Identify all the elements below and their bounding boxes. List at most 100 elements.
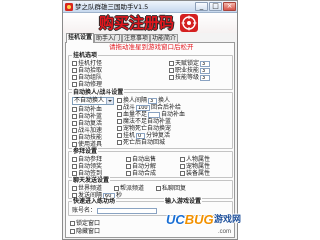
checkbox[interactable] xyxy=(180,157,185,162)
checkbox[interactable] xyxy=(180,171,185,176)
value-input[interactable] xyxy=(200,60,211,67)
worship-option[interactable]: 自动参拜 xyxy=(72,156,102,163)
hook-value-option[interactable]: 技能等级 xyxy=(169,74,211,81)
battle-rule[interactable]: 死亡后自动回城 xyxy=(117,139,165,146)
worship-option[interactable]: 装备属性 xyxy=(180,170,210,177)
worship-option[interactable]: 自动领奖 xyxy=(72,163,102,170)
group-title: 快速进入练功场 xyxy=(72,198,117,205)
checkbox[interactable] xyxy=(72,186,77,191)
option-label: 自动领奖 xyxy=(78,163,103,170)
battle-option[interactable]: 自动技能 xyxy=(72,134,102,141)
worship-option[interactable]: 自动合成 xyxy=(126,170,156,177)
option-label: 宠物属性 xyxy=(186,163,211,170)
register-banner: 购买注册码 xyxy=(63,13,237,33)
battle-rule[interactable]: 战斗 回合后补给 xyxy=(117,104,181,111)
worship-settings-group: 参拜设置 自动参拜 自动领奖 自动签到 自动出售 自动分解 自动合成 人物属性 … xyxy=(68,148,233,178)
hook-value-option[interactable]: 天赋锁定 xyxy=(169,60,211,67)
account-row: 账号名： xyxy=(72,207,158,214)
option-label: 自动拾取 xyxy=(78,67,103,74)
hook-option[interactable]: 挂机打怪 xyxy=(72,60,102,67)
hide-window-option[interactable]: 隐藏窗口 xyxy=(70,228,100,235)
checkbox[interactable] xyxy=(126,164,131,169)
checkbox[interactable] xyxy=(72,135,77,140)
checkbox[interactable] xyxy=(169,75,174,80)
option-label: 自动参拜 xyxy=(78,156,103,163)
battle-option[interactable]: 自动补蓝 xyxy=(72,113,102,120)
value-input[interactable] xyxy=(200,67,211,74)
minimize-button[interactable]: _ xyxy=(195,2,208,11)
checkbox[interactable] xyxy=(114,186,119,191)
checkbox[interactable] xyxy=(72,68,77,73)
rule-label: 战斗 xyxy=(123,104,136,111)
chat-option[interactable]: 帮派频道 xyxy=(114,185,144,192)
worship-option[interactable]: 宠物属性 xyxy=(180,163,210,170)
checkbox[interactable] xyxy=(72,128,77,133)
checkbox[interactable] xyxy=(72,114,77,119)
buy-registration-code-link[interactable]: 购买注册码 xyxy=(99,14,174,32)
checkbox[interactable] xyxy=(126,171,131,176)
checkbox[interactable] xyxy=(72,121,77,126)
checkbox[interactable] xyxy=(72,164,77,169)
value-input[interactable] xyxy=(200,74,211,81)
battle-rule[interactable]: 血量不足 自动补血 xyxy=(117,111,185,118)
battle-rule[interactable]: 换人间隔 换人 xyxy=(117,97,170,104)
battle-option[interactable]: 战斗加速 xyxy=(72,127,102,134)
battle-option[interactable]: 自动复活 xyxy=(72,120,102,127)
title-bar[interactable]: 梦之队群雄三国助手V1.5 _ □ × xyxy=(63,1,237,13)
hook-option[interactable]: 自动修理 xyxy=(72,81,102,88)
hook-option[interactable]: 自动拾取 xyxy=(72,67,102,74)
tab-hook-settings[interactable]: 挂机设置 xyxy=(66,33,94,43)
value-input[interactable] xyxy=(148,97,158,104)
close-button[interactable]: × xyxy=(223,2,236,11)
checkbox[interactable] xyxy=(117,119,122,124)
worship-option[interactable]: 自动分解 xyxy=(126,163,156,170)
checkbox[interactable] xyxy=(117,126,122,131)
value-input[interactable] xyxy=(136,104,151,111)
chat-option[interactable]: 私聊回复 xyxy=(156,185,186,192)
chat-option[interactable]: 世界频道 xyxy=(72,185,102,192)
checkbox[interactable] xyxy=(156,186,161,191)
battle-option[interactable]: 使用道具 xyxy=(72,141,102,148)
account-input[interactable] xyxy=(97,207,158,214)
worship-option[interactable]: 自动出售 xyxy=(126,156,156,163)
checkbox[interactable] xyxy=(70,221,75,226)
value-input[interactable] xyxy=(136,132,146,139)
checkbox[interactable] xyxy=(70,229,75,234)
option-label: 自动合成 xyxy=(132,170,157,177)
checkbox[interactable] xyxy=(72,107,77,112)
checkbox[interactable] xyxy=(72,171,77,176)
battle-rule[interactable]: 魔法不足自动补蓝 xyxy=(117,118,171,125)
crosshair-icon[interactable] xyxy=(180,14,198,32)
logo-site-name: 游戏网 xyxy=(214,215,242,225)
option-label: 使用道具 xyxy=(78,141,103,148)
value-input[interactable] xyxy=(148,111,161,118)
checkbox[interactable] xyxy=(117,140,122,145)
battle-option[interactable]: 自动补血 xyxy=(72,106,102,113)
worship-option[interactable]: 自动签到 xyxy=(72,170,102,177)
checkbox[interactable] xyxy=(117,98,122,103)
group-title: 聊天发送设置 xyxy=(72,177,111,184)
hook-option[interactable]: 自动组队 xyxy=(72,74,102,81)
worship-option[interactable]: 人物属性 xyxy=(180,156,210,163)
checkbox[interactable] xyxy=(180,164,185,169)
lock-window-option[interactable]: 锁定窗口 xyxy=(70,220,100,227)
battle-rule[interactable]: 挂机 分钟复活 xyxy=(117,132,170,139)
swap-mode-select[interactable]: 不自动换人 xyxy=(72,97,114,105)
checkbox[interactable] xyxy=(72,157,77,162)
checkbox[interactable] xyxy=(126,157,131,162)
checkbox[interactable] xyxy=(117,133,122,138)
battle-rule[interactable]: 宠物死亡自动换宠 xyxy=(117,125,171,132)
checkbox[interactable] xyxy=(72,142,77,147)
checkbox[interactable] xyxy=(117,112,122,117)
checkbox[interactable] xyxy=(169,61,174,66)
maximize-button[interactable]: □ xyxy=(209,2,222,11)
option-label: 自动复活 xyxy=(78,120,103,127)
chevron-down-icon[interactable] xyxy=(106,98,113,104)
logo-domain: .com xyxy=(218,229,232,235)
checkbox[interactable] xyxy=(72,82,77,87)
checkbox[interactable] xyxy=(169,68,174,73)
checkbox[interactable] xyxy=(72,75,77,80)
checkbox[interactable] xyxy=(72,61,77,66)
hook-value-option[interactable]: 职业技能 xyxy=(169,67,211,74)
checkbox[interactable] xyxy=(117,105,122,110)
